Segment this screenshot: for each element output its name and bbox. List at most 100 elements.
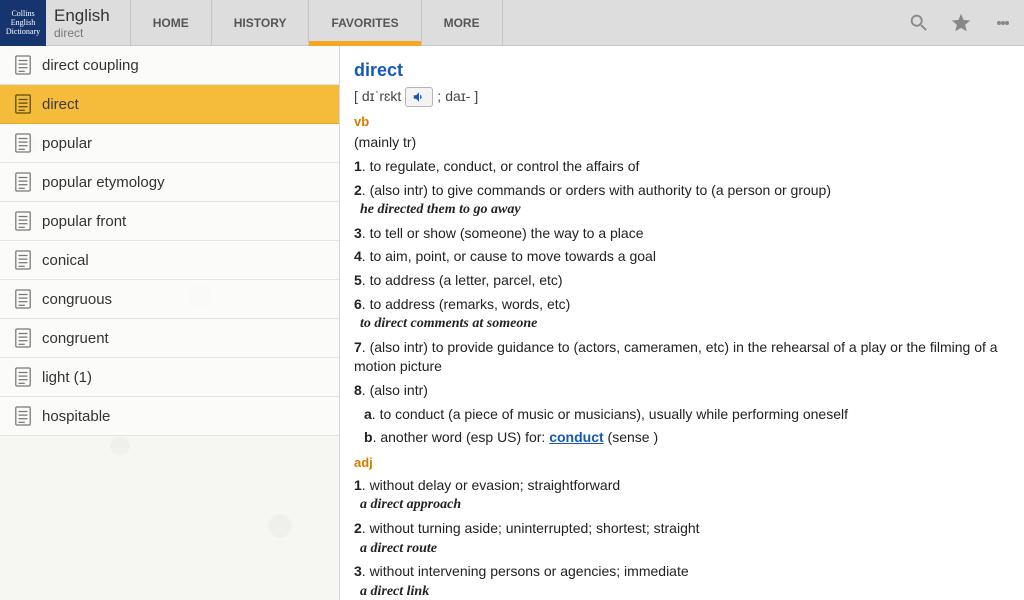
page-icon <box>14 366 32 388</box>
page-icon <box>14 288 32 310</box>
page-icon <box>14 405 32 427</box>
sense-number: 3 <box>354 563 362 579</box>
sidebar-item-light-1-[interactable]: light (1) <box>0 358 339 397</box>
headword: direct <box>354 58 1006 83</box>
sidebar-item-direct[interactable]: direct <box>0 85 339 124</box>
page-icon <box>14 93 32 115</box>
grammar-note: (mainly tr) <box>354 133 1006 153</box>
page-icon <box>14 210 32 232</box>
tab-label: HISTORY <box>234 16 287 30</box>
sense-number: 7 <box>354 339 362 355</box>
sense-definition: . to address (a letter, parcel, etc) <box>362 272 563 288</box>
sense-definition: . to tell or show (someone) the way to a… <box>362 225 644 241</box>
sense-definition: . without intervening persons or agencie… <box>362 563 689 579</box>
sidebar-item-label: popular front <box>42 213 126 230</box>
entry-content: direct [ dɪˈrɛkt ; daɪ- ] vb (mainly tr)… <box>340 46 1024 600</box>
sidebar-item-label: direct coupling <box>42 57 139 74</box>
sub-sense-text: . another word (esp US) for: <box>373 429 550 445</box>
sidebar-item-direct-coupling[interactable]: direct coupling <box>0 46 339 85</box>
page-icon <box>14 132 32 154</box>
tab-label: MORE <box>444 16 480 30</box>
sense-definition: . (also intr) <box>362 382 428 398</box>
sense: 4. to aim, point, or cause to move towar… <box>354 247 1006 267</box>
sidebar-item-congruous[interactable]: congruous <box>0 280 339 319</box>
sense-number: 8 <box>354 382 362 398</box>
tab-more[interactable]: MORE <box>422 0 503 46</box>
sidebar-item-label: popular <box>42 135 92 152</box>
pos-adjective: adj <box>354 454 1006 472</box>
pronunciation-1: dɪˈrɛkt <box>362 87 401 107</box>
sense: 3. to tell or show (someone) the way to … <box>354 224 1006 244</box>
title-block: English direct <box>46 6 110 40</box>
sidebar-item-label: congruous <box>42 291 112 308</box>
sidebar-item-popular[interactable]: popular <box>0 124 339 163</box>
sense: 8. (also intr) <box>354 381 1006 401</box>
sidebar-item-congruent[interactable]: congruent <box>0 319 339 358</box>
page-icon <box>14 327 32 349</box>
sub-sense-letter: b <box>364 429 373 445</box>
sense-definition: . (also intr) to provide guidance to (ac… <box>354 339 998 375</box>
favorites-sidebar: direct coupling direct popular popular etym… <box>0 46 340 600</box>
sense-example: to direct comments at someone <box>360 314 1006 334</box>
sub-sense-text-after: (sense ) <box>604 429 658 445</box>
pronunciation-row: [ dɪˈrɛkt ; daɪ- ] <box>354 87 1006 107</box>
sense-definition: . without turning aside; uninterrupted; … <box>362 520 700 536</box>
sidebar-item-conical[interactable]: conical <box>0 241 339 280</box>
sense-number: 3 <box>354 225 362 241</box>
sense: 6. to address (remarks, words, etc) <box>354 295 1006 315</box>
sense-number: 6 <box>354 296 362 312</box>
overflow-menu-icon[interactable] <box>982 0 1024 46</box>
tab-favorites[interactable]: FAVORITES <box>309 0 421 46</box>
sense: 2. (also intr) to give commands or order… <box>354 181 1006 201</box>
sense-definition: . to aim, point, or cause to move toward… <box>362 248 656 264</box>
tab-label: HOME <box>153 16 189 30</box>
sidebar-item-popular-front[interactable]: popular front <box>0 202 339 241</box>
tab-history[interactable]: HISTORY <box>212 0 310 46</box>
pronunciation-2: daɪ- <box>445 87 470 107</box>
bracket-open: [ <box>354 87 358 107</box>
sub-sense: a. to conduct (a piece of music or music… <box>354 405 1006 425</box>
pos-verb: vb <box>354 113 1006 131</box>
sense-example: a direct route <box>360 539 1006 559</box>
sense-definition: . (also intr) to give commands or orders… <box>362 182 831 198</box>
sense-definition: . to regulate, conduct, or control the a… <box>362 158 640 174</box>
sense: 5. to address (a letter, parcel, etc) <box>354 271 1006 291</box>
star-icon[interactable] <box>940 0 982 46</box>
pronunciation-separator: ; <box>437 87 441 107</box>
top-toolbar: Collins English Dictionary English direc… <box>0 0 1024 46</box>
page-icon <box>14 171 32 193</box>
page-icon <box>14 54 32 76</box>
sense-example: a direct approach <box>360 495 1006 515</box>
sense: 1. without delay or evasion; straightfor… <box>354 476 1006 496</box>
sense: 3. without intervening persons or agenci… <box>354 562 1006 582</box>
app-logo: Collins English Dictionary <box>0 0 46 46</box>
sense-example: he directed them to go away <box>360 200 1006 220</box>
sense-number: 5 <box>354 272 362 288</box>
sense-definition: . to address (remarks, words, etc) <box>362 296 571 312</box>
sense: 1. to regulate, conduct, or control the … <box>354 157 1006 177</box>
sub-sense-letter: a <box>364 406 372 422</box>
xref-link[interactable]: conduct <box>549 429 603 445</box>
sense-number: 2 <box>354 520 362 536</box>
page-icon <box>14 249 32 271</box>
sub-sense: b. another word (esp US) for: conduct (s… <box>354 428 1006 448</box>
play-audio-button[interactable] <box>405 87 433 107</box>
bracket-close: ] <box>474 87 478 107</box>
sidebar-item-label: congruent <box>42 330 109 347</box>
tab-home[interactable]: HOME <box>130 0 212 46</box>
sense: 2. without turning aside; uninterrupted;… <box>354 519 1006 539</box>
sense-number: 1 <box>354 477 362 493</box>
sense-definition: . without delay or evasion; straightforw… <box>362 477 620 493</box>
sense: 7. (also intr) to provide guidance to (a… <box>354 338 1006 377</box>
sidebar-item-hospitable[interactable]: hospitable <box>0 397 339 436</box>
sidebar-item-label: hospitable <box>42 408 110 425</box>
app-subtitle: direct <box>54 26 110 40</box>
sense-example: a direct link <box>360 582 1006 600</box>
sidebar-item-label: popular etymology <box>42 174 165 191</box>
sidebar-item-popular-etymology[interactable]: popular etymology <box>0 163 339 202</box>
sub-sense-definition: . to conduct (a piece of music or musici… <box>372 406 848 422</box>
search-icon[interactable] <box>898 0 940 46</box>
tab-bar: HOME HISTORY FAVORITES MORE <box>130 0 503 46</box>
logo-text: Collins English Dictionary <box>0 9 46 36</box>
sense-number: 2 <box>354 182 362 198</box>
